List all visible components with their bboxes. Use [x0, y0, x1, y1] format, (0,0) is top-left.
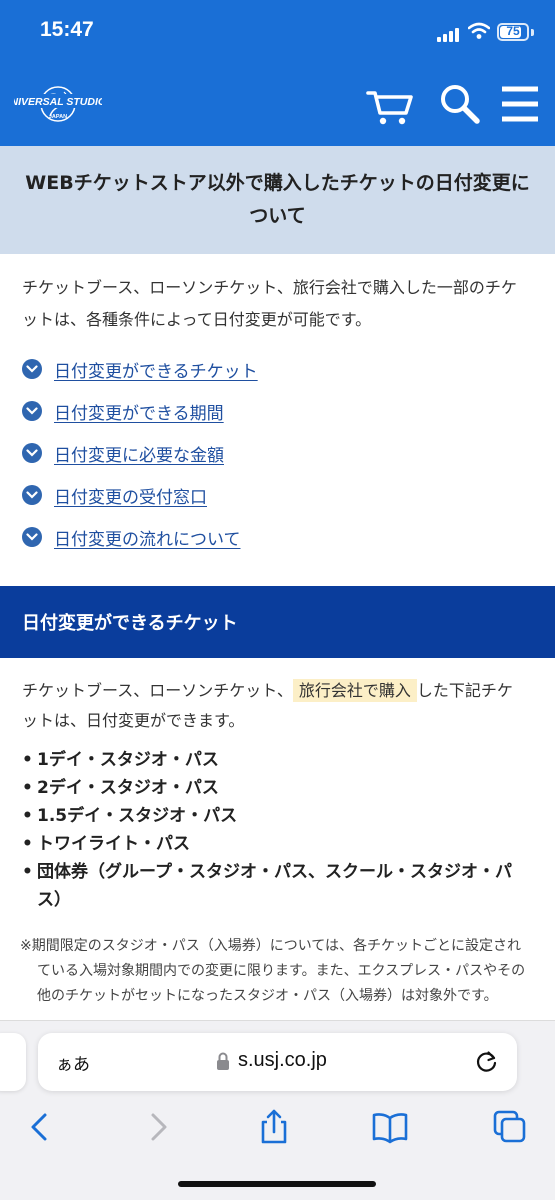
- list-item: トワイライト・パス: [22, 830, 527, 858]
- highlighted-text: 旅行会社で購入: [292, 679, 417, 702]
- chevron-down-icon: [22, 527, 42, 547]
- previous-tab-preview[interactable]: [0, 1033, 26, 1091]
- tabs-icon[interactable]: [490, 1107, 530, 1147]
- list-item: 1.5デイ・スタジオ・パス: [22, 802, 527, 830]
- browser-toolbar: ぁあ s.usj.co.jp: [0, 1020, 555, 1200]
- list-item: 1デイ・スタジオ・パス: [22, 746, 527, 774]
- share-icon[interactable]: [254, 1107, 294, 1147]
- toc-list: 日付変更ができるチケット 日付変更ができる期間 日付変更に必要な金額 日付変更の…: [22, 348, 522, 558]
- cellular-signal-icon: [437, 26, 463, 42]
- note-text: ※期間限定のスタジオ・パス（入場券）については、各チケットごとに設定されている入…: [20, 938, 526, 1004]
- svg-text:UNIVERSAL STUDIOS: UNIVERSAL STUDIOS: [14, 96, 102, 108]
- status-time: 15:47: [40, 18, 94, 41]
- status-bar: 15:47 75: [0, 0, 555, 62]
- page-settings-button[interactable]: ぁあ: [56, 1050, 90, 1075]
- toc-item[interactable]: 日付変更ができるチケット: [22, 348, 522, 390]
- ticket-list: 1デイ・スタジオ・パス 2デイ・スタジオ・パス 1.5デイ・スタジオ・パス トワ…: [22, 746, 527, 914]
- svg-text:JAPAN: JAPAN: [49, 114, 67, 120]
- lock-icon: [217, 1052, 229, 1070]
- toc-item[interactable]: 日付変更の流れについて: [22, 516, 522, 558]
- search-icon[interactable]: [436, 80, 484, 128]
- menu-icon[interactable]: [498, 80, 546, 128]
- list-item: 2デイ・スタジオ・パス: [22, 774, 527, 802]
- chevron-down-icon: [22, 401, 42, 421]
- site-header: UNIVERSAL STUDIOS JAPAN: [0, 62, 555, 146]
- chevron-down-icon: [22, 359, 42, 379]
- toc-link-counter[interactable]: 日付変更の受付窓口: [54, 483, 207, 508]
- home-indicator: [178, 1181, 376, 1187]
- page-title: WEBチケットストア以外で購入したチケットの日付変更について: [25, 172, 530, 227]
- bookmarks-icon[interactable]: [370, 1107, 410, 1147]
- universal-studios-logo[interactable]: UNIVERSAL STUDIOS JAPAN: [14, 76, 102, 128]
- toc-item[interactable]: 日付変更の受付窓口: [22, 474, 522, 516]
- back-icon[interactable]: [20, 1107, 60, 1147]
- toc-link-period[interactable]: 日付変更ができる期間: [54, 399, 224, 424]
- battery-icon: 75: [497, 23, 529, 41]
- section-band: 日付変更ができるチケット: [0, 586, 555, 658]
- toc-link-fee[interactable]: 日付変更に必要な金額: [54, 441, 224, 466]
- toc-item[interactable]: 日付変更ができる期間: [22, 390, 522, 432]
- url-text: s.usj.co.jp: [238, 1049, 327, 1071]
- forward-icon[interactable]: [138, 1107, 178, 1147]
- reload-icon[interactable]: [474, 1049, 500, 1075]
- toc-item[interactable]: 日付変更に必要な金額: [22, 432, 522, 474]
- cart-icon[interactable]: [366, 80, 414, 128]
- chevron-down-icon: [22, 443, 42, 463]
- intro-text: チケットブース、ローソンチケット、旅行会社で購入した一部のチケットは、各種条件に…: [22, 278, 517, 329]
- section-heading: 日付変更ができるチケット: [22, 613, 238, 634]
- tickets-description: チケットブース、ローソンチケット、 旅行会社で購入 した下記チケットは、日付変更がで…: [22, 679, 513, 730]
- list-item: 団体券（グループ・スタジオ・パス、スクール・スタジオ・パス）: [22, 858, 527, 914]
- section-title-box: WEBチケットストア以外で購入したチケットの日付変更について: [0, 146, 555, 254]
- battery-level: 75: [506, 24, 520, 38]
- toc-link-tickets[interactable]: 日付変更ができるチケット: [54, 357, 258, 382]
- toc-link-flow[interactable]: 日付変更の流れについて: [54, 525, 241, 550]
- wifi-icon: [468, 22, 490, 39]
- address-bar[interactable]: ぁあ s.usj.co.jp: [38, 1033, 517, 1091]
- chevron-down-icon: [22, 485, 42, 505]
